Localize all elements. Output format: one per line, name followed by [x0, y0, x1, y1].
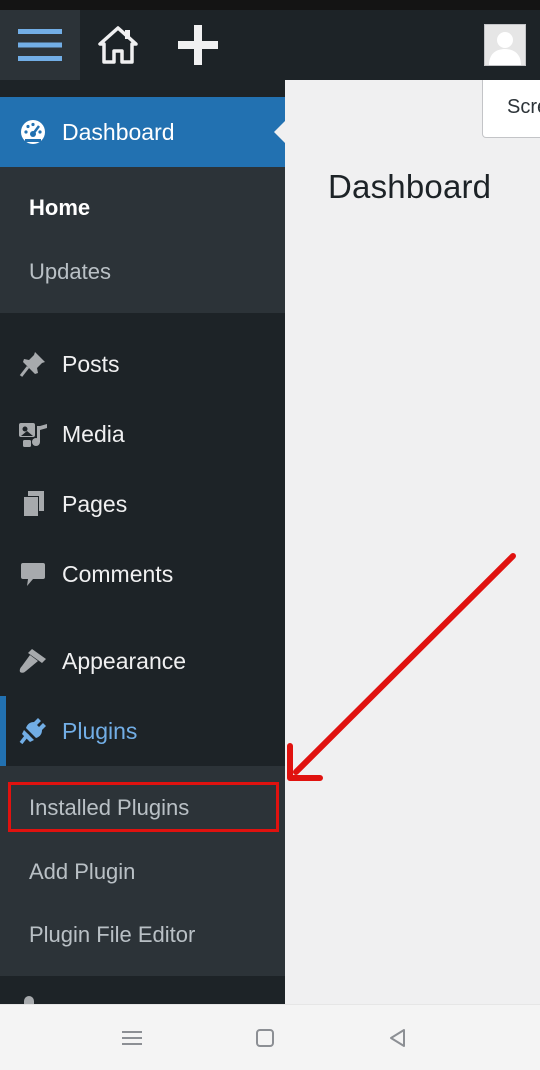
home-nav-button[interactable] — [251, 1025, 279, 1051]
recent-apps-icon — [122, 1031, 142, 1045]
square-icon — [256, 1029, 274, 1047]
back-nav-button[interactable] — [384, 1025, 412, 1051]
annotation-arrow — [287, 553, 516, 781]
back-triangle-icon — [390, 1029, 405, 1047]
system-navigation-bar — [0, 1004, 540, 1070]
menu-nav-button[interactable] — [118, 1025, 146, 1051]
